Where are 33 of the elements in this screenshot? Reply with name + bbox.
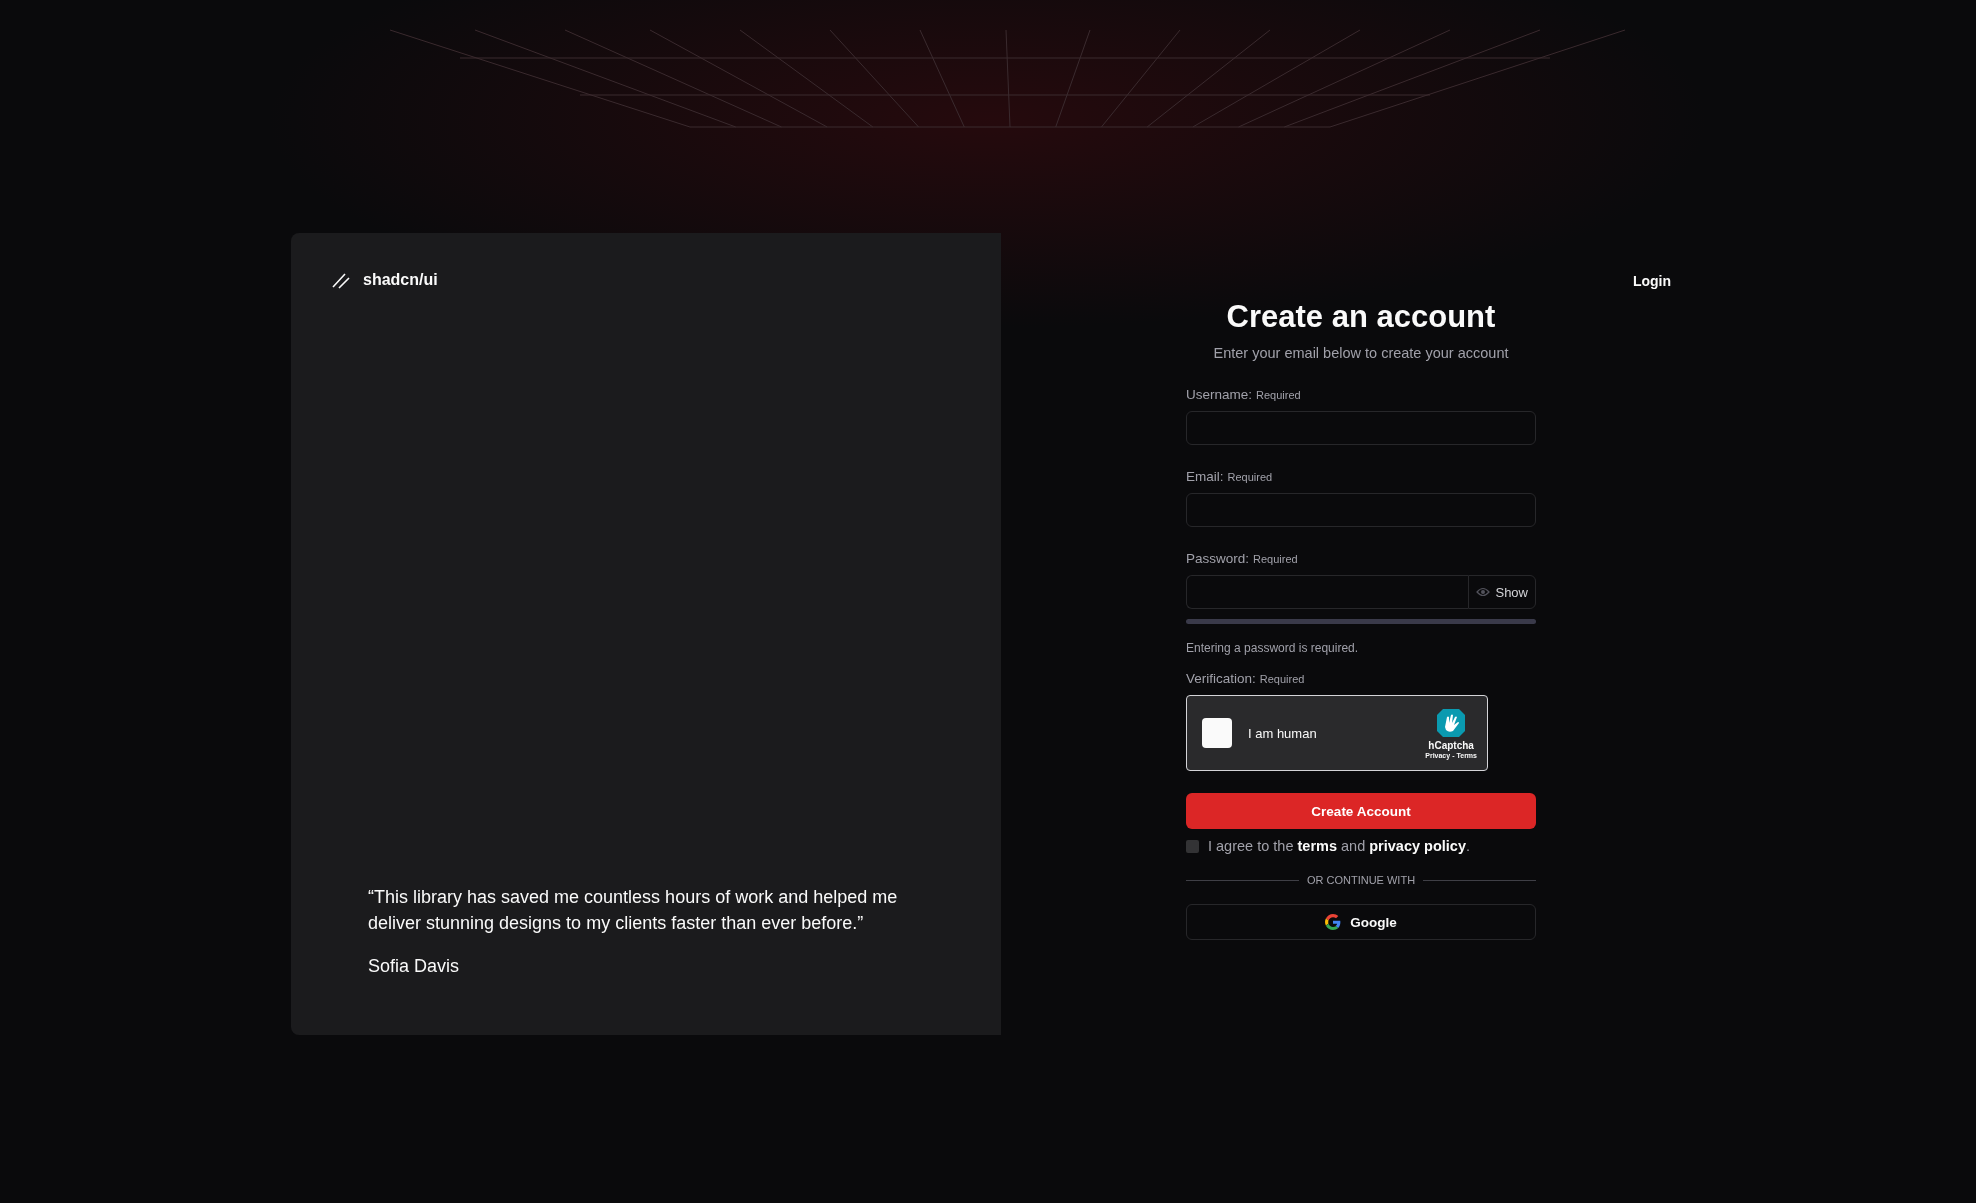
create-account-button[interactable]: Create Account <box>1186 793 1536 829</box>
captcha-label: I am human <box>1248 725 1318 741</box>
required-hint: Required <box>1259 673 1305 685</box>
field-label: Username: <box>1186 387 1253 402</box>
required-hint: Required <box>1256 389 1301 401</box>
error-message: Entering a password is required. <box>1186 641 1360 655</box>
captcha-brand: hCaptcha <box>1428 740 1474 751</box>
hand-icon <box>1435 707 1468 739</box>
input-field[interactable] <box>1186 411 1536 445</box>
captcha-checkbox[interactable] <box>1202 718 1232 748</box>
policy-link[interactable]: terms <box>1297 838 1337 854</box>
agree-text: I agree to the terms and privacy policy. <box>1208 838 1470 854</box>
eye-icon <box>1476 587 1491 597</box>
divider-label: OR CONTINUE WITH <box>1306 874 1416 886</box>
show-password-button[interactable]: Show <box>1468 575 1536 609</box>
policy-link[interactable]: privacy policy <box>1369 838 1466 854</box>
form-subtitle: Enter your email below to create your account <box>1212 345 1510 361</box>
form-title: Create an account <box>1225 299 1497 335</box>
testimonial-quote: “This library has saved me countless hours of work and helped me deliver stunning designs to my clients faster than ever before.” <box>368 886 899 935</box>
brand-name: shadcn/ui <box>363 271 438 289</box>
password-field[interactable] <box>1186 575 1469 609</box>
field-label: Password: <box>1186 551 1250 566</box>
required-hint: Required <box>1253 553 1298 565</box>
input-field[interactable] <box>1186 493 1536 527</box>
required-hint: Required <box>1227 471 1273 483</box>
login-link[interactable]: Login <box>1632 269 1671 293</box>
google-button[interactable]: Google <box>1186 904 1536 940</box>
testimonial-author: Sofia Davis <box>368 956 461 977</box>
field-label: Verification: <box>1186 671 1256 686</box>
agree-checkbox[interactable] <box>1186 839 1199 853</box>
google-icon <box>1325 914 1342 930</box>
slashes-icon <box>331 271 351 289</box>
field-label: Email: <box>1186 469 1224 484</box>
